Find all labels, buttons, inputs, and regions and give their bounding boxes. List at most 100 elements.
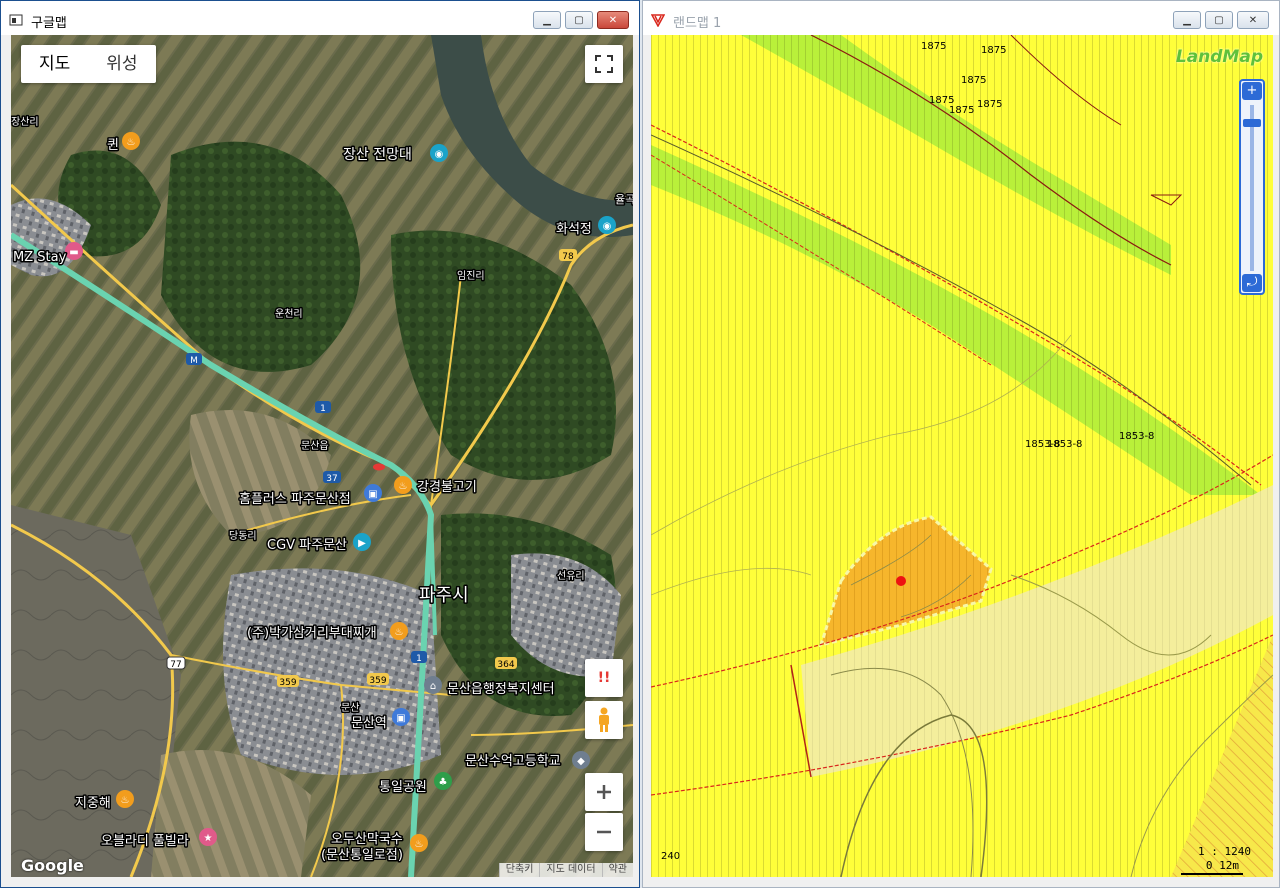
svg-text:▣: ▣ xyxy=(368,489,377,500)
zoom-in-button[interactable]: + xyxy=(1242,82,1262,100)
map-type-control: 지도 위성 xyxy=(21,45,156,83)
route-badge: 1 xyxy=(315,401,331,414)
route-badge: 77 xyxy=(166,656,186,670)
zoom-in-button[interactable] xyxy=(585,773,623,811)
svg-text:♨: ♨ xyxy=(127,137,136,148)
place-label: 문산읍 xyxy=(301,440,329,452)
cadastral-map[interactable]: 1875 1875 1875 1875 1875 1875 1853-8 185… xyxy=(651,35,1273,877)
landmap-titlebar[interactable]: 랜드맵 1 ▁ ▢ ✕ xyxy=(643,1,1279,35)
place-label: 임진리 xyxy=(457,269,485,282)
station-pin-icon[interactable]: ▣ xyxy=(392,708,410,726)
svg-text:78: 78 xyxy=(562,252,574,262)
landmap-app-icon xyxy=(651,14,665,27)
svg-text:▣: ▣ xyxy=(396,713,405,724)
svg-text:♨: ♨ xyxy=(399,481,408,492)
city-label: 파주시 xyxy=(419,585,469,606)
restaurant-pin-icon[interactable]: ♨ xyxy=(390,622,408,640)
poi-label[interactable]: 퀸 xyxy=(106,137,121,155)
svg-text:♣: ♣ xyxy=(439,777,448,788)
pegman-icon xyxy=(599,707,609,732)
parcel-label: 1875 xyxy=(977,99,1002,110)
google-logo: Google xyxy=(21,856,84,875)
svg-text:◉: ◉ xyxy=(435,149,444,160)
poi-label[interactable]: 문산읍행정복지센터 xyxy=(446,680,557,699)
motorway-badge: M xyxy=(186,353,202,366)
poi-label[interactable]: (문산통일로점) xyxy=(320,847,405,865)
poi-label[interactable]: CGV 파주문산 xyxy=(266,537,349,555)
landmap-window: 랜드맵 1 ▁ ▢ ✕ 1875 1875 1875 1875 1875 187… xyxy=(642,0,1280,888)
poi-label[interactable]: 통일공원 xyxy=(378,779,429,797)
maximize-button[interactable]: ▢ xyxy=(565,11,593,29)
park-pin-icon[interactable]: ♣ xyxy=(434,772,452,790)
map-attribution: 단축키 지도 데이터 약관 xyxy=(498,863,633,877)
satellite-map[interactable]: 1 37 78 77 359 359 364 1 M ♨ ◉ ◉ ▬ ▣ ♨ ▶… xyxy=(11,35,633,877)
street-view-button[interactable] xyxy=(585,701,623,739)
svg-text:▬: ▬ xyxy=(69,247,78,258)
route-badge: 359 xyxy=(277,675,299,688)
place-label: 선유리 xyxy=(557,570,585,582)
map-data-link[interactable]: 지도 데이터 xyxy=(539,863,601,877)
poi-label[interactable]: MZ Stay xyxy=(12,249,69,267)
google-map-titlebar[interactable]: 구글맵 ▁ ▢ ✕ xyxy=(1,1,639,35)
fullscreen-icon xyxy=(595,55,613,73)
zoom-out-button[interactable] xyxy=(585,813,623,851)
government-pin-icon[interactable]: ⌂ xyxy=(424,676,442,694)
parcel-label: 1875 xyxy=(921,41,946,52)
camera-pin-icon[interactable]: ◉ xyxy=(598,216,616,234)
poi-label[interactable]: 문산역 xyxy=(350,715,389,733)
close-button[interactable]: ✕ xyxy=(597,11,629,29)
svg-text:♨: ♨ xyxy=(415,839,424,850)
map-type-satellite-button[interactable]: 위성 xyxy=(88,45,155,83)
hotel-pin-icon[interactable]: ▬ xyxy=(65,242,83,260)
window-title: 구글맵 xyxy=(31,16,67,31)
shortcuts-link[interactable]: 단축키 xyxy=(498,863,540,877)
villa-pin-icon[interactable]: ★ xyxy=(199,828,217,846)
poi-label[interactable]: 강경불고기 xyxy=(416,479,479,497)
cinema-pin-icon[interactable]: ▶ xyxy=(353,533,371,551)
shopping-pin-icon[interactable]: ▣ xyxy=(364,484,382,502)
alert-button[interactable]: !! xyxy=(585,659,623,697)
zoom-track[interactable] xyxy=(1250,105,1254,271)
minimize-button[interactable]: ▁ xyxy=(1173,11,1201,29)
poi-label[interactable]: 오블라디 풀빌라 xyxy=(100,833,191,851)
poi-label[interactable]: 오두산막국수 xyxy=(330,831,405,849)
poi-label[interactable]: 문산수억고등학교 xyxy=(464,753,563,771)
parcel-marker[interactable] xyxy=(896,576,906,586)
window-title: 랜드맵 1 xyxy=(673,16,722,31)
zoom-control: + ⤾ xyxy=(1239,79,1265,295)
route-badge: 364 xyxy=(495,657,517,670)
poi-label[interactable]: 화석정 xyxy=(555,221,594,239)
restaurant-pin-icon[interactable]: ♨ xyxy=(410,834,428,852)
scale-bar-label: 0 12m xyxy=(1205,859,1239,872)
restaurant-pin-icon[interactable]: ♨ xyxy=(394,476,412,494)
location-marker[interactable] xyxy=(373,463,385,471)
parcel-label: 240 xyxy=(661,851,680,862)
route-badge: 1 xyxy=(411,651,427,664)
poi-label[interactable]: (주)박가삼거리부대찌개 xyxy=(246,625,379,643)
restaurant-pin-icon[interactable]: ♨ xyxy=(116,790,134,808)
maximize-button[interactable]: ▢ xyxy=(1205,11,1233,29)
parcel-label: 1853-8 xyxy=(1119,431,1154,442)
parcel-label: 1875 xyxy=(981,45,1006,56)
scale-ratio: 1 : 1240 xyxy=(1198,845,1251,858)
map-type-map-button[interactable]: 지도 xyxy=(21,45,88,83)
svg-text:▶: ▶ xyxy=(358,538,366,549)
poi-label[interactable]: 지중해 xyxy=(74,795,113,813)
satellite-map-viewport[interactable]: 1 37 78 77 359 359 364 1 M ♨ ◉ ◉ ▬ ▣ ♨ ▶… xyxy=(11,35,633,877)
minimize-button[interactable]: ▁ xyxy=(533,11,561,29)
terms-link[interactable]: 약관 xyxy=(601,863,633,877)
zoom-slider-handle[interactable] xyxy=(1243,119,1261,127)
school-pin-icon[interactable]: ◆ xyxy=(572,751,590,769)
poi-label[interactable]: 홈플러스 파주문산점 xyxy=(238,491,353,509)
landmap-logo: LandMap xyxy=(1175,47,1263,67)
restaurant-pin-icon[interactable]: ♨ xyxy=(122,132,140,150)
route-badge: 359 xyxy=(367,673,389,686)
close-button[interactable]: ✕ xyxy=(1237,11,1269,29)
camera-pin-icon[interactable]: ◉ xyxy=(430,144,448,162)
zoom-reset-button[interactable]: ⤾ xyxy=(1242,274,1262,292)
place-label: 당동리 xyxy=(229,530,257,542)
poi-label[interactable]: 장산 전망대 xyxy=(342,146,414,165)
fullscreen-button[interactable] xyxy=(585,45,623,83)
svg-text:★: ★ xyxy=(204,833,213,844)
landmap-viewport[interactable]: 1875 1875 1875 1875 1875 1875 1853-8 185… xyxy=(651,35,1273,877)
